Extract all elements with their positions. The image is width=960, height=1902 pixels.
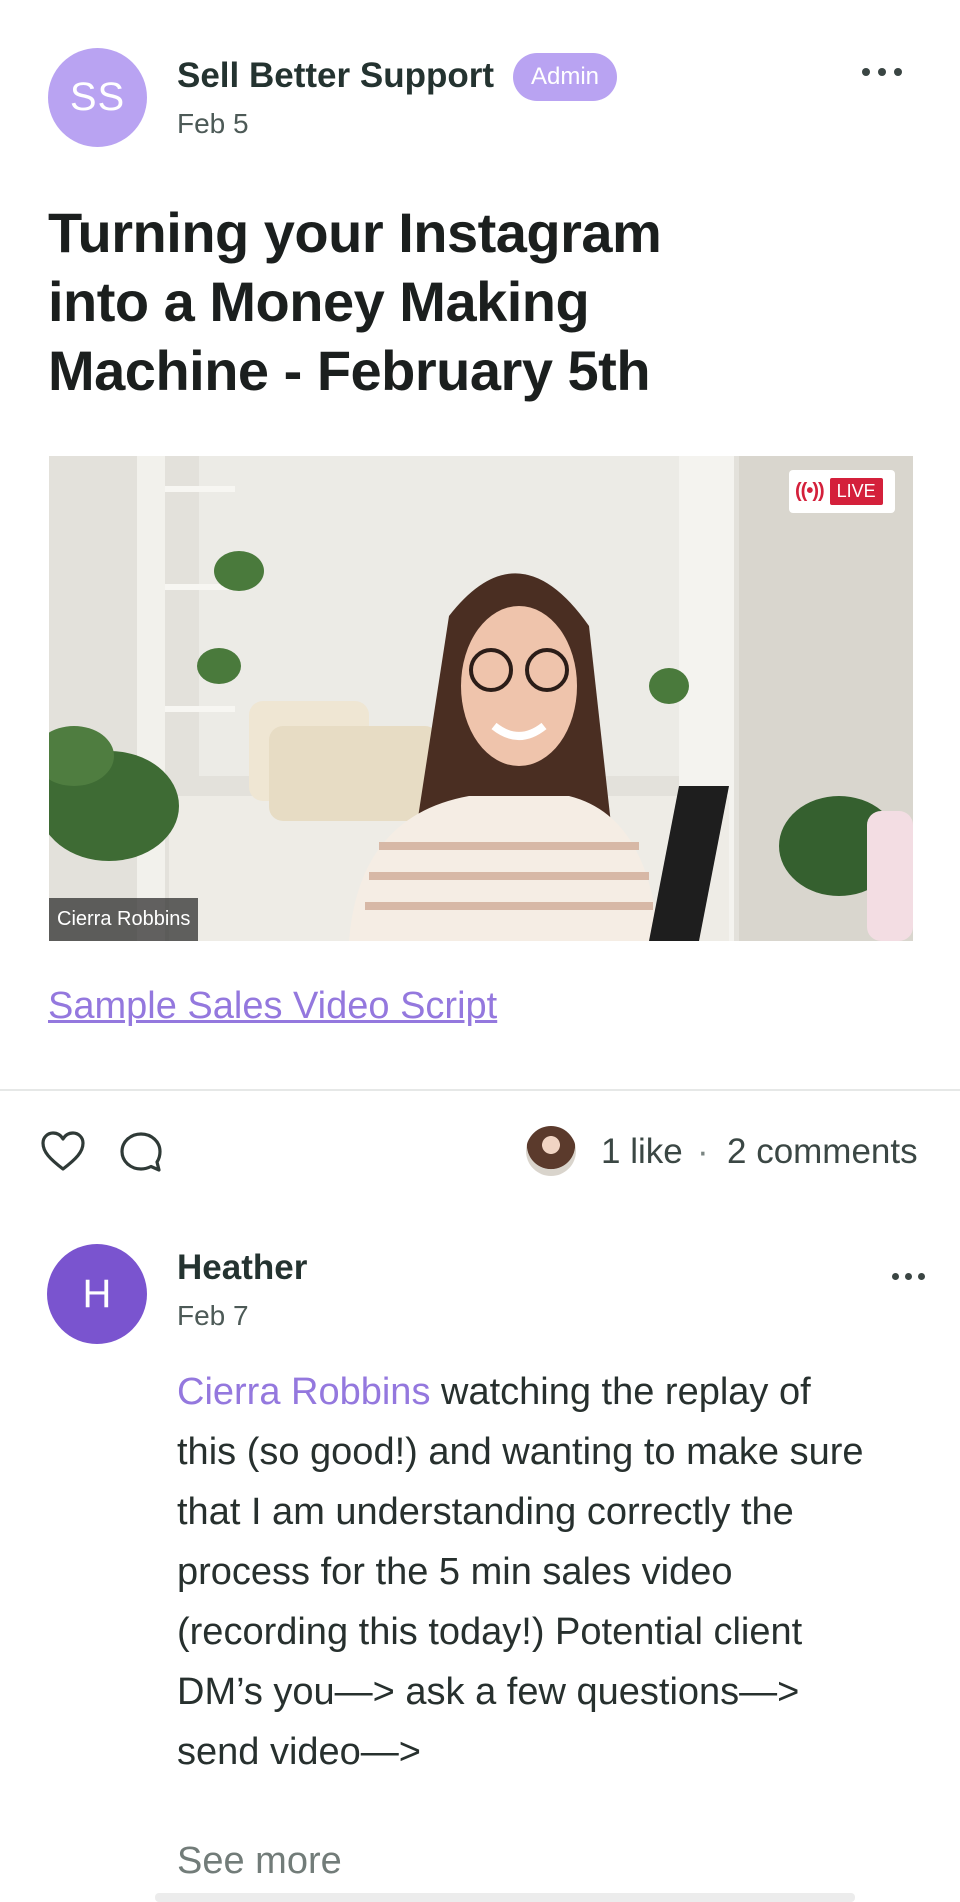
- live-label: LIVE: [829, 478, 883, 505]
- post-date: Feb 5: [177, 108, 249, 139]
- live-badge: ((•)) LIVE: [789, 470, 895, 513]
- admin-badge: Admin: [513, 53, 618, 101]
- video-player[interactable]: ((•)) LIVE Cierra Robbins: [49, 456, 913, 941]
- comment-icon[interactable]: [118, 1130, 164, 1174]
- separator: ·: [697, 1132, 709, 1171]
- comment-more-options-icon[interactable]: [883, 1266, 933, 1286]
- speaker-name-tag: Cierra Robbins: [49, 898, 199, 941]
- liker-avatar[interactable]: [526, 1126, 576, 1176]
- commenter-avatar[interactable]: H: [47, 1244, 147, 1344]
- author-name[interactable]: Sell Better Support: [177, 56, 494, 96]
- comment-date: Feb 7: [177, 1300, 249, 1331]
- post-title: Turning your Instagram into a Money Maki…: [48, 201, 662, 402]
- post-header: SS Sell Better Support Admin Feb 5: [48, 48, 912, 148]
- commenter-name[interactable]: Heather: [177, 1248, 307, 1288]
- comment-body: Cierra Robbins watching the replay of th…: [177, 1362, 877, 1782]
- post-actions: 1 like · 2 comments: [0, 1110, 960, 1190]
- mention-link[interactable]: Cierra Robbins: [177, 1371, 430, 1413]
- divider: [0, 1089, 960, 1091]
- video-frame-image: [49, 456, 913, 941]
- comments-count[interactable]: 2 comments: [727, 1132, 918, 1172]
- see-more-button[interactable]: See more: [177, 1840, 342, 1883]
- like-count[interactable]: 1 like: [601, 1132, 683, 1172]
- comment-text: watching the replay of this (so good!) a…: [177, 1371, 864, 1773]
- bottom-scroll-indicator: [155, 1893, 855, 1902]
- more-options-icon[interactable]: [852, 60, 912, 84]
- heart-icon[interactable]: [40, 1130, 86, 1172]
- author-avatar[interactable]: SS: [48, 48, 147, 147]
- sample-script-link[interactable]: Sample Sales Video Script: [48, 985, 497, 1028]
- live-broadcast-icon: ((•)): [795, 480, 825, 502]
